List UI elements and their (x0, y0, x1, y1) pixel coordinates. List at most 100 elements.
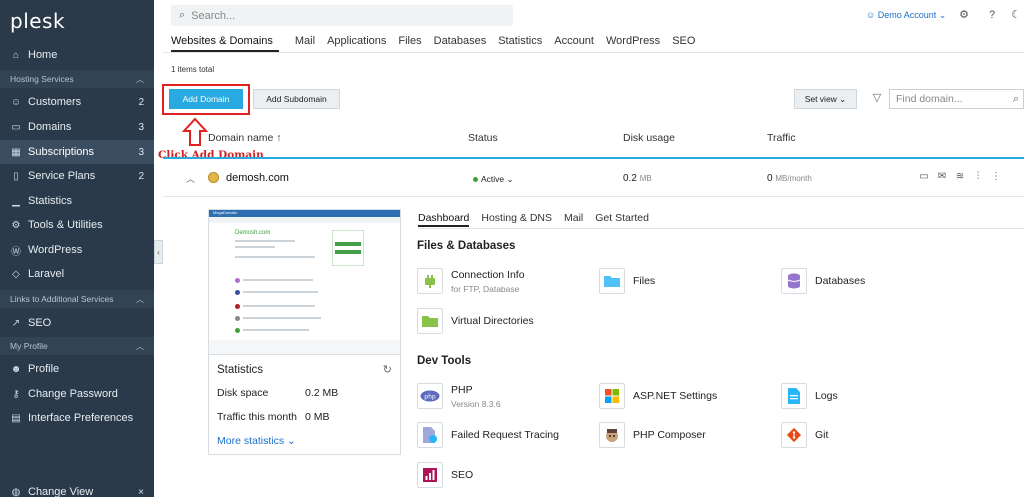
tool-aspnet-settings[interactable]: ASP.NET Settings (599, 383, 717, 409)
mail-icon[interactable]: ✉ (936, 171, 948, 183)
preview-footer (209, 340, 400, 354)
tool-php-composer[interactable]: PHP Composer (599, 422, 706, 448)
column-domain-name[interactable]: Domain name ↑ (208, 132, 282, 144)
sidebar-item-label: Domains (28, 121, 72, 133)
database-icon[interactable]: ≋ (954, 171, 966, 183)
tool-files[interactable]: Files (599, 268, 655, 294)
tab-hosting-dns[interactable]: Hosting & DNS (481, 212, 552, 227)
sidebar-item-customers[interactable]: ☺ Customers 2 (0, 90, 154, 114)
sidebar-collapse-toggle[interactable]: ‹ (154, 240, 163, 264)
tool-name: SEO (451, 469, 474, 481)
laravel-icon: ◇ (12, 268, 20, 280)
search-input[interactable]: ⌕ Search... (171, 5, 513, 26)
section-files-databases: Files & Databases (417, 240, 516, 252)
column-traffic[interactable]: Traffic (767, 132, 796, 144)
group-hosting-services[interactable]: Hosting Services ︿ (0, 70, 154, 88)
settings-icon[interactable]: ⚙ (958, 9, 970, 21)
seo-chart-icon (417, 462, 443, 488)
preferences-icon: ▤ (11, 412, 21, 424)
more-icon[interactable]: ⋮ (990, 171, 1002, 183)
globe-icon: ◍ (11, 486, 21, 497)
tool-php[interactable]: php PHP Version 8.3.6 (417, 383, 501, 409)
tool-virtual-directories[interactable]: Virtual Directories (417, 308, 534, 334)
statistics-title: Statistics (217, 364, 264, 376)
add-domain-button[interactable]: Add Domain (169, 89, 243, 109)
tab-account[interactable]: Account (548, 35, 600, 52)
find-domain-input[interactable]: Find domain... ⌕ (889, 89, 1024, 109)
sidebar-item-tools-utilities[interactable]: ⚙ Tools & Utilities (0, 213, 154, 237)
tool-git[interactable]: Git (781, 422, 828, 448)
filter-icon[interactable]: ▽ (870, 91, 884, 107)
tab-databases[interactable]: Databases (428, 35, 493, 52)
tab-seo[interactable]: SEO (666, 35, 701, 52)
git-icon (781, 422, 807, 448)
tab-websites-domains[interactable]: Websites & Domains (171, 35, 279, 52)
tool-logs[interactable]: Logs (781, 383, 838, 409)
tab-mail[interactable]: Mail (564, 212, 583, 227)
group-my-profile[interactable]: My Profile ︿ (0, 337, 154, 355)
sidebar-item-seo[interactable]: ↗ SEO (0, 311, 154, 335)
find-placeholder: Find domain... (896, 93, 963, 105)
virtual-folder-icon (417, 308, 443, 334)
sidebar-item-domains[interactable]: ▭ Domains 3 (0, 115, 154, 139)
sidebar-item-interface-preferences[interactable]: ▤ Interface Preferences (0, 406, 154, 430)
svg-text:php: php (424, 394, 436, 401)
sidebar-item-profile[interactable]: ☻ Profile (0, 357, 154, 381)
change-view-label: Change View (28, 486, 94, 497)
sidebar-item-statistics[interactable]: ▁ Statistics (0, 189, 154, 213)
tab-files[interactable]: Files (392, 35, 427, 52)
preview-avatar (235, 316, 240, 321)
sidebar-item-subscriptions[interactable]: ▦ Subscriptions 3 (0, 140, 154, 164)
moon-icon[interactable]: ☾ (1010, 9, 1022, 21)
account-menu[interactable]: ☺ Demo Account ⌄ (866, 10, 946, 21)
tab-mail[interactable]: Mail (279, 35, 321, 52)
help-icon[interactable]: ? (986, 9, 998, 21)
traffic-month-label: Traffic this month (217, 411, 297, 423)
add-subdomain-button[interactable]: Add Subdomain (253, 89, 340, 109)
tab-statistics[interactable]: Statistics (492, 35, 548, 52)
tool-connection-info[interactable]: Connection Info for FTP, Database (417, 268, 525, 294)
tool-name: ASP.NET Settings (633, 390, 718, 402)
tool-seo[interactable]: SEO (417, 462, 473, 488)
domain-link[interactable]: demosh.com (226, 172, 289, 184)
traffic-number: 0 (767, 173, 773, 184)
sidebar-item-wordpress[interactable]: Ⓦ WordPress (0, 238, 154, 262)
folder-icon (599, 268, 625, 294)
chevron-up-icon[interactable]: ︿ (186, 172, 195, 185)
tool-failed-request-tracing[interactable]: Failed Request Tracing (417, 422, 559, 448)
group-additional-services[interactable]: Links to Additional Services ︿ (0, 290, 154, 308)
refresh-icon[interactable]: ↻ (383, 363, 392, 376)
sidebar-item-laravel[interactable]: ◇ Laravel (0, 262, 154, 286)
plesk-logo[interactable]: plesk (10, 9, 65, 33)
tab-applications[interactable]: Applications (321, 35, 392, 52)
tab-get-started[interactable]: Get Started (595, 212, 649, 227)
column-disk-usage[interactable]: Disk usage (623, 132, 675, 144)
disk-number: 0.2 (623, 173, 637, 184)
sliders-icon[interactable]: ⫶ (972, 171, 984, 183)
disk-usage-value: 0.2 MB (623, 173, 652, 184)
tool-name: Virtual Directories (451, 315, 534, 327)
set-view-button[interactable]: Set view ⌄ (794, 89, 857, 109)
folder-icon[interactable]: ▭ (918, 171, 930, 183)
change-view[interactable]: ◍ Change View × (0, 480, 154, 497)
preview-nav-bar (209, 217, 400, 223)
status-badge[interactable]: Active ⌄ (473, 174, 514, 185)
group-label: Hosting Services (10, 74, 74, 84)
tool-databases[interactable]: Databases (781, 268, 865, 294)
tab-dashboard[interactable]: Dashboard (418, 212, 470, 227)
preview-line (235, 256, 315, 258)
site-preview-thumbnail[interactable]: MegaDomain Demosh.com (208, 209, 401, 355)
count-badge: 2 (138, 96, 144, 108)
tab-wordpress[interactable]: WordPress (600, 35, 666, 52)
close-icon[interactable]: × (138, 487, 144, 497)
more-statistics-link[interactable]: More statistics ⌄ (217, 435, 296, 447)
preview-avatar (235, 328, 240, 333)
sidebar-item-home[interactable]: ⌂ Home (0, 43, 154, 67)
sidebar-item-change-password[interactable]: ⚷ Change Password (0, 382, 154, 406)
windows-icon (599, 383, 625, 409)
status-dot-icon (473, 177, 478, 183)
preview-line (243, 317, 321, 319)
tool-subtitle: Version 8.3.6 (451, 398, 501, 409)
column-status[interactable]: Status (468, 132, 498, 144)
sidebar-item-service-plans[interactable]: ▯ Service Plans 2 (0, 164, 154, 188)
